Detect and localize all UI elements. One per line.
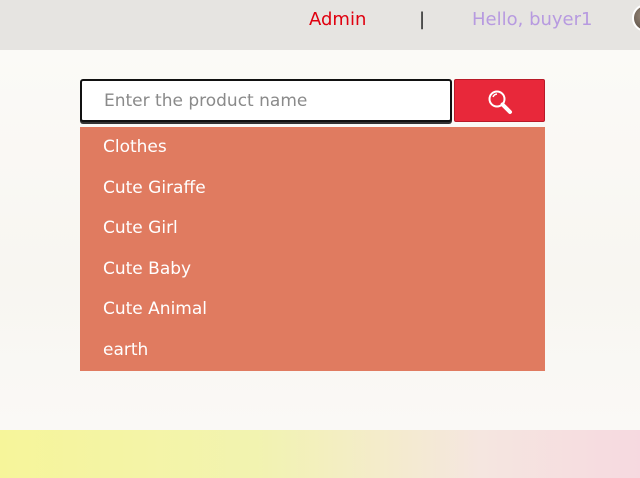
search-suggestions-dropdown: Clothes Cute Giraffe Cute Girl Cute Baby… — [80, 127, 545, 371]
suggestion-item[interactable]: earth — [80, 330, 545, 371]
section-band — [0, 430, 640, 478]
suggestion-item[interactable]: Cute Animal — [80, 289, 545, 330]
top-nav-bar: Admin | Hello, buyer1 — [0, 0, 640, 50]
admin-link[interactable]: Admin — [309, 9, 366, 30]
hero-faded-overlay — [0, 390, 400, 420]
search-button[interactable] — [454, 79, 545, 122]
avatar[interactable] — [632, 4, 640, 32]
nav-divider: | — [419, 9, 426, 30]
search-input[interactable] — [80, 79, 452, 122]
suggestion-item[interactable]: Cute Baby — [80, 249, 545, 290]
suggestion-item[interactable]: Cute Giraffe — [80, 168, 545, 209]
search-icon — [488, 90, 512, 114]
suggestion-item[interactable]: Clothes — [80, 127, 545, 168]
suggestion-item[interactable]: Cute Girl — [80, 208, 545, 249]
user-greeting[interactable]: Hello, buyer1 — [472, 9, 592, 30]
